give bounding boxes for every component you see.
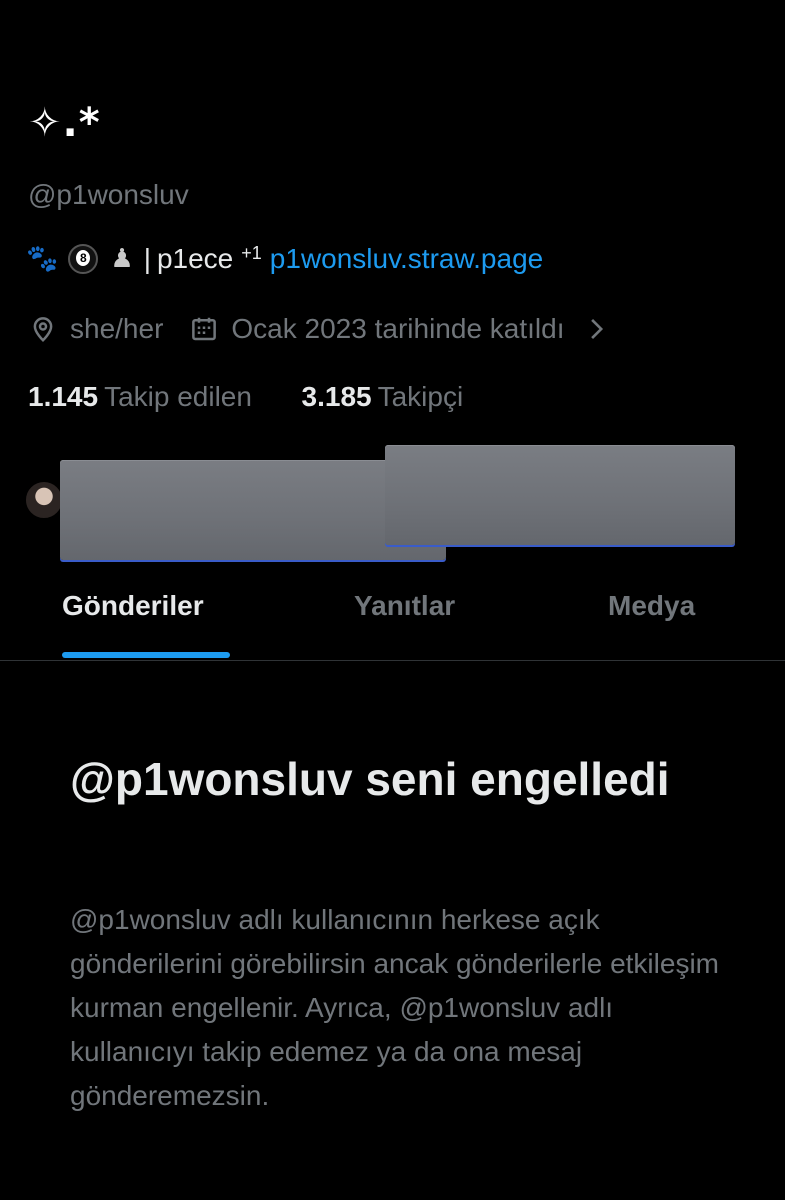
- redaction-box: [385, 445, 735, 545]
- profile-handle: @p1wonsluv: [28, 179, 189, 210]
- following-count: 1.145: [28, 381, 99, 412]
- bio-extra: +1: [241, 242, 262, 263]
- profile-meta: she/her Ocak 2023 tarihinde katıldı: [28, 313, 605, 345]
- tab-posts[interactable]: Gönderiler: [62, 590, 204, 622]
- followers-label: Takipçi: [377, 381, 464, 412]
- followers-count: 3.185: [301, 381, 372, 412]
- 8-ball-emoji-icon: [68, 244, 99, 274]
- profile-tabs: Gönderiler Yanıtlar Medya: [0, 590, 785, 660]
- followers-link[interactable]: 3.185 Takipçi: [302, 381, 464, 412]
- following-label: Takip edilen: [104, 381, 252, 412]
- bio-text: p1ece: [156, 243, 234, 274]
- pronouns-text: she/her: [70, 313, 164, 344]
- tabs-divider: [0, 660, 785, 661]
- joined-date-text: Ocak 2023 tarihinde katıldı: [231, 313, 565, 344]
- active-tab-indicator: [62, 652, 230, 658]
- bio-separator: |: [143, 243, 151, 274]
- paw-emoji-icon: 🐾: [26, 244, 59, 274]
- tab-media[interactable]: Medya: [608, 590, 695, 622]
- tab-replies[interactable]: Yanıtlar: [354, 590, 455, 622]
- bio-website-link[interactable]: p1wonsluv.straw.page: [270, 243, 543, 275]
- calendar-icon: [189, 314, 219, 344]
- profile-bio: 🐾 ♟ | p1ece +1 p1wonsluv.straw.page: [26, 243, 543, 275]
- mutual-follower-avatar[interactable]: [24, 480, 64, 520]
- following-link[interactable]: 1.145 Takip edilen: [28, 381, 260, 412]
- blocked-description: @p1wonsluv adlı kullanıcının herkese açı…: [70, 904, 719, 1111]
- profile-display-name: ✧.*: [28, 100, 101, 146]
- follow-stats: 1.145 Takip edilen 3.185 Takipçi: [28, 381, 463, 413]
- blocked-title: @p1wonsluv seni engelledi: [70, 753, 670, 805]
- location-pin-icon: [28, 314, 58, 344]
- chevron-right-icon[interactable]: [587, 316, 605, 342]
- chess-pawn-emoji-icon: ♟: [110, 244, 134, 274]
